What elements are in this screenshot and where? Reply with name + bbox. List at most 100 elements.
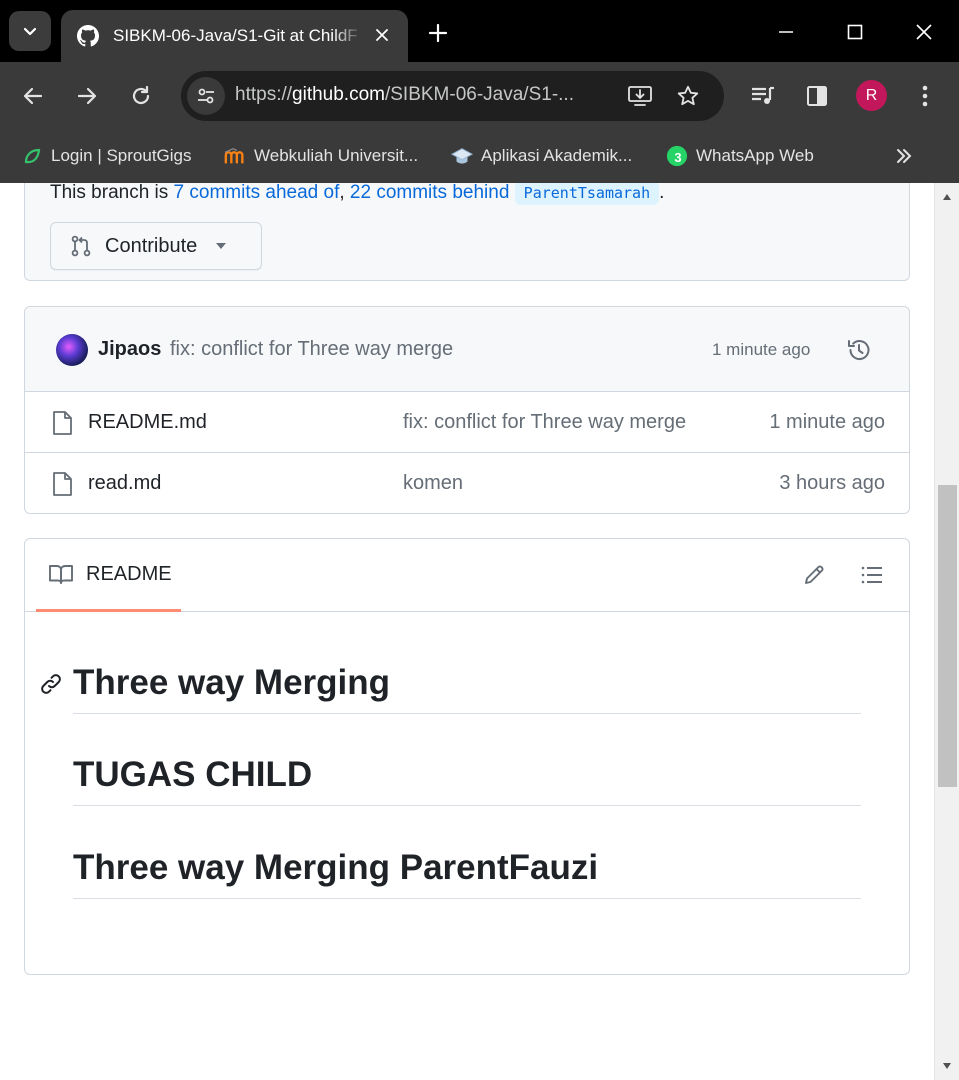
plus-icon <box>428 23 448 43</box>
bookmark-star-button[interactable] <box>674 82 702 110</box>
file-name[interactable]: read.md <box>88 472 161 495</box>
file-icon <box>53 411 72 435</box>
file-icon <box>53 472 72 496</box>
back-button[interactable] <box>15 78 51 114</box>
bookmark-aplikasi-akademik[interactable]: Aplikasi Akademik... <box>451 140 632 172</box>
reload-icon <box>132 85 150 105</box>
triangle-up-icon <box>943 194 951 200</box>
arrow-right-icon <box>77 87 97 105</box>
kebab-menu-icon <box>922 85 928 107</box>
file-list-box: Jipaos fix: conflict for Three way merge… <box>24 306 910 514</box>
list-icon[interactable] <box>860 563 884 587</box>
side-panel-icon <box>807 86 827 106</box>
url-text[interactable]: https://github.com/SIBKM-06-Java/S1-... <box>235 84 611 106</box>
bookmark-label: Webkuliah Universit... <box>254 146 419 165</box>
page-viewport: This branch is 7 commits ahead of, 22 co… <box>0 183 934 1080</box>
file-commit-time: 3 hours ago <box>779 472 885 494</box>
url-scheme: https:// <box>235 84 293 105</box>
readme-tab-label: README <box>86 562 172 585</box>
media-control-button[interactable] <box>745 78 781 114</box>
readme-heading: Three way Merging <box>73 663 861 714</box>
bookmark-label: WhatsApp Web <box>696 146 814 165</box>
book-icon <box>49 565 73 584</box>
bookmark-label: Login | SproutGigs <box>51 146 192 165</box>
branch-status-suffix: . <box>659 183 665 203</box>
sproutgigs-icon <box>21 145 43 167</box>
branch-status-box: This branch is 7 commits ahead of, 22 co… <box>24 183 910 281</box>
file-row[interactable]: README.md fix: conflict for Three way me… <box>25 392 909 453</box>
notification-badge: 3 <box>674 149 682 165</box>
scrollbar-thumb[interactable] <box>938 485 957 787</box>
scroll-down-button[interactable] <box>935 1054 959 1078</box>
commit-time: 1 minute ago <box>712 340 811 359</box>
page-scrollbar[interactable] <box>934 183 959 1080</box>
install-icon <box>628 86 652 106</box>
file-name[interactable]: README.md <box>88 411 207 434</box>
pull-request-icon <box>71 235 91 257</box>
address-bar[interactable]: https://github.com/SIBKM-06-Java/S1-... <box>181 71 724 121</box>
moodle-icon <box>224 145 246 167</box>
queue-music-icon <box>752 86 774 104</box>
contribute-button[interactable]: Contribute <box>50 222 262 270</box>
file-row[interactable]: read.md komen 3 hours ago <box>25 453 909 513</box>
branch-status-text: This branch is 7 commits ahead of, 22 co… <box>50 183 665 205</box>
pencil-icon[interactable] <box>802 563 826 587</box>
tune-icon <box>198 88 214 104</box>
commit-message[interactable]: fix: conflict for Three way merge <box>170 338 453 361</box>
file-commit-message[interactable]: komen <box>403 472 463 495</box>
readme-heading: TUGAS CHILD <box>73 755 861 806</box>
bookmark-label: Aplikasi Akademik... <box>481 146 633 165</box>
branch-status-prefix: This branch is <box>50 183 174 203</box>
close-icon <box>916 24 932 40</box>
star-icon <box>677 85 699 106</box>
minimize-icon <box>779 31 793 33</box>
github-icon <box>77 25 99 47</box>
commits-ahead-link[interactable]: 7 commits ahead of <box>174 183 340 203</box>
install-app-button[interactable] <box>626 82 654 110</box>
caret-down-icon <box>216 243 227 249</box>
whatsapp-icon: 3 <box>666 145 688 167</box>
bookmark-whatsapp[interactable]: 3 WhatsApp Web <box>666 140 814 172</box>
menu-button[interactable] <box>907 78 943 114</box>
maximize-button[interactable] <box>837 14 873 50</box>
history-icon[interactable] <box>845 336 873 364</box>
minimize-button[interactable] <box>768 14 804 50</box>
commit-author[interactable]: Jipaos <box>98 338 161 361</box>
readme-header: README <box>25 539 909 612</box>
url-host: github.com <box>292 84 385 105</box>
forward-button[interactable] <box>69 78 105 114</box>
arrow-left-icon <box>23 87 43 105</box>
readme-box: README Three way Merging TUGAS CHILD Thr… <box>24 538 910 975</box>
bookmark-sproutgigs[interactable]: Login | SproutGigs <box>21 140 192 172</box>
new-tab-button[interactable] <box>424 19 452 47</box>
chevron-down-icon <box>23 27 37 36</box>
branch-name-badge[interactable]: ParentTsamarah <box>514 183 660 205</box>
url-path: /SIBKM-06-Java/S1-... <box>384 84 574 105</box>
tab-search-button[interactable] <box>9 11 51 51</box>
contribute-label: Contribute <box>105 234 198 257</box>
file-commit-message[interactable]: fix: conflict for Three way merge <box>403 411 686 434</box>
bookmark-webkuliah[interactable]: Webkuliah Universit... <box>224 140 418 172</box>
bookmarks-bar: Login | SproutGigs Webkuliah Universit..… <box>0 130 959 183</box>
file-commit-time: 1 minute ago <box>769 411 885 433</box>
side-panel-button[interactable] <box>799 78 835 114</box>
browser-toolbar: https://github.com/SIBKM-06-Java/S1-... … <box>0 62 959 130</box>
double-chevron-right-icon <box>897 149 912 163</box>
window-close-button[interactable] <box>906 14 942 50</box>
commits-behind-link[interactable]: 22 commits behind <box>350 183 509 203</box>
link-icon[interactable] <box>39 672 63 696</box>
more-bookmarks-button[interactable] <box>893 140 915 172</box>
tab-readme[interactable]: README <box>36 539 181 612</box>
close-icon <box>376 29 388 41</box>
active-tab[interactable]: SIBKM-06-Java/S1-Git at ChildF <box>61 10 408 62</box>
maximize-icon <box>847 24 863 40</box>
tab-close-button[interactable] <box>370 23 394 47</box>
latest-commit-header: Jipaos fix: conflict for Three way merge… <box>25 307 909 392</box>
avatar[interactable] <box>56 334 88 366</box>
reload-button[interactable] <box>123 78 159 114</box>
triangle-down-icon <box>943 1063 951 1069</box>
graduation-cap-icon <box>451 145 473 167</box>
scroll-up-button[interactable] <box>935 185 959 209</box>
site-info-button[interactable] <box>187 77 225 115</box>
profile-avatar[interactable]: R <box>856 80 887 111</box>
